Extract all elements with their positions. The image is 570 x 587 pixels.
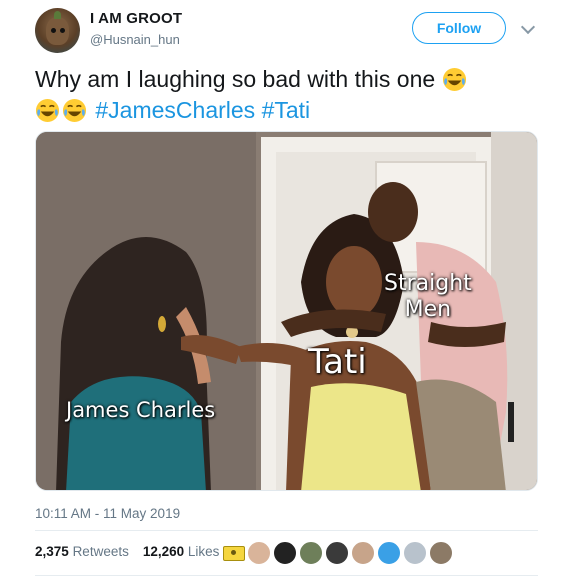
divider [35, 575, 538, 576]
tweet-stats: 2,375 Retweets 12,260 Likes [35, 544, 219, 559]
liker-avatar[interactable] [299, 541, 323, 565]
avatar-face [46, 17, 69, 45]
face-with-tears-of-joy-icon [35, 98, 60, 123]
liker-avatar[interactable] [325, 541, 349, 565]
retweets-label: Retweets [72, 544, 129, 559]
hashtag-james-charles[interactable]: #JamesCharles [95, 97, 255, 123]
retweets-stat[interactable]: 2,375 Retweets [35, 544, 129, 559]
face-with-tears-of-joy-icon [442, 67, 467, 92]
likes-stat[interactable]: 12,260 Likes [143, 544, 220, 559]
tweet-text: Why am I laughing so bad with this one #… [35, 64, 555, 126]
tweet-text-body: Why am I laughing so bad with this one [35, 66, 436, 92]
avatar-sprout [54, 11, 61, 19]
hashtag-tati[interactable]: #Tati [262, 97, 311, 123]
tweet-timestamp[interactable]: 10:11 AM - 11 May 2019 [35, 506, 180, 521]
tweet-media-photo[interactable]: Straight Men Tati James Charles [35, 131, 538, 491]
caption-men: Men [404, 297, 452, 322]
liker-avatar[interactable] [377, 541, 401, 565]
face-with-tears-of-joy-icon [62, 98, 87, 123]
tweet-text-line-1: Why am I laughing so bad with this one [35, 64, 555, 95]
caption-james-charles: James Charles [66, 398, 216, 422]
likes-label: Likes [187, 544, 220, 559]
avatar-eye-right [60, 28, 65, 33]
tweet-text-line-2: #JamesCharles #Tati [35, 95, 555, 126]
author-display-name[interactable]: I AM GROOT [90, 10, 182, 27]
author-avatar[interactable] [35, 8, 80, 53]
liker-avatar[interactable] [429, 541, 453, 565]
caption-tati: Tati [308, 342, 367, 382]
avatar-eye-left [51, 28, 56, 33]
liker-avatar[interactable] [247, 541, 271, 565]
chevron-down-icon[interactable] [520, 19, 536, 35]
liker-avatar[interactable] [351, 541, 375, 565]
liker-avatar[interactable] [403, 541, 427, 565]
follow-button[interactable]: Follow [412, 12, 506, 44]
retweets-count: 2,375 [35, 544, 69, 559]
author-handle[interactable]: @Husnain_hun [90, 32, 180, 47]
badge-icon [223, 546, 245, 561]
tweet-card: I AM GROOT @Husnain_hun Follow Why am I … [0, 0, 570, 587]
likes-count: 12,260 [142, 544, 185, 559]
liker-avatar[interactable] [273, 541, 297, 565]
divider [35, 530, 538, 531]
caption-straight: Straight [384, 271, 472, 296]
caption-straight-men: Straight Men [384, 271, 472, 323]
